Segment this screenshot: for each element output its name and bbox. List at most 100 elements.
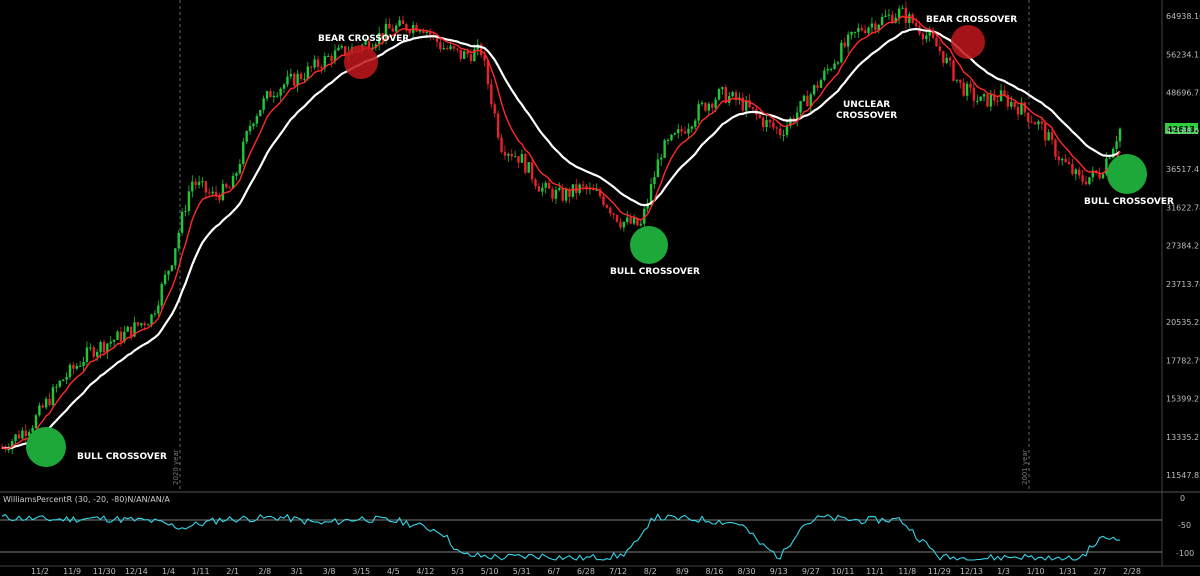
candle-body <box>340 46 344 48</box>
candle-body <box>887 14 891 16</box>
candle-body <box>768 120 772 123</box>
candle-body <box>1071 164 1074 174</box>
candle-body <box>758 114 761 118</box>
candle-body <box>408 30 411 34</box>
candle-body <box>136 322 140 326</box>
candle-body <box>619 221 622 228</box>
candle-body <box>72 364 75 369</box>
candle-body <box>639 223 643 226</box>
x-tick-label: 8/16 <box>705 567 723 576</box>
candle-body <box>962 82 965 96</box>
candle-body <box>1047 132 1050 141</box>
candle-body <box>490 84 493 105</box>
candle-body <box>717 89 721 100</box>
candle-body <box>914 22 918 27</box>
candle-body <box>544 182 547 188</box>
candle-body <box>935 37 938 47</box>
x-tick-label: 11/29 <box>928 567 951 576</box>
candle-body <box>68 364 72 377</box>
candle-body <box>1108 157 1112 159</box>
candle-body <box>812 85 816 95</box>
candle-body <box>857 28 860 32</box>
y-tick-label: 56234.13 <box>1166 50 1200 59</box>
candle-body <box>972 87 976 101</box>
candle-body <box>904 7 908 23</box>
candle-body <box>235 173 238 176</box>
candle-body <box>89 347 92 349</box>
candle-body <box>500 137 503 152</box>
candle-body <box>303 78 306 80</box>
candle-body <box>208 192 211 194</box>
x-tick-label: 1/11 <box>192 567 210 576</box>
candle-body <box>493 104 496 114</box>
candle-body <box>442 48 445 50</box>
candle-body <box>976 100 979 102</box>
y-tick-label: 64938.16 <box>1166 12 1200 21</box>
candle-body <box>840 42 843 63</box>
candle-body <box>541 187 544 192</box>
candle-body <box>191 181 194 192</box>
candle-body <box>558 188 561 190</box>
candle-body <box>24 430 27 437</box>
candle-body <box>581 184 585 186</box>
candle-body <box>44 398 48 408</box>
candle-body <box>415 24 418 32</box>
candle-body <box>952 60 955 81</box>
candle-body <box>874 23 877 31</box>
annotation-bull-crossover-3: BULL CROSSOVER <box>1084 197 1174 207</box>
candle-body <box>459 49 462 59</box>
indicator-label: WilliamsPercentR (30, -20, -80)N/AN/AN/A <box>3 495 170 504</box>
annotation-bear-crossover-1: BEAR CROSSOVER <box>318 34 409 44</box>
candle-body <box>255 116 259 124</box>
x-tick-label: 6/7 <box>547 567 560 576</box>
candle-body <box>41 405 44 408</box>
candle-body <box>398 20 401 26</box>
candle-body <box>289 73 293 77</box>
candle-body <box>942 51 945 63</box>
x-tick-label: 9/13 <box>770 567 788 576</box>
candle-body <box>530 162 534 180</box>
candle-body <box>687 128 690 134</box>
candle-body <box>765 120 768 128</box>
candle-body <box>7 449 10 451</box>
candle-body <box>775 127 778 129</box>
candle-body <box>214 191 218 196</box>
candle-body <box>201 181 204 183</box>
candle-body <box>938 46 942 52</box>
candle-body <box>510 153 513 157</box>
x-axis-ticks: 11/2 11/9 11/30 12/14 1/4 1/11 2/1 2/8 3/1 3/8 3/1… <box>31 567 1141 576</box>
candle-body <box>194 181 197 185</box>
price-chart[interactable]: 2020 year 2001 year BEAR CROSSOVER BEAR … <box>0 0 1200 576</box>
x-tick-label: 2/7 <box>1093 567 1106 576</box>
candle-body <box>170 265 174 271</box>
candle-body <box>265 91 269 99</box>
candle-body <box>221 183 225 201</box>
candle-body <box>989 94 993 107</box>
candle-body <box>554 189 558 199</box>
bull-crossover-marker-3 <box>1107 154 1147 194</box>
x-tick-label: 3/15 <box>352 567 370 576</box>
candle-body <box>187 191 191 211</box>
indicator-tick-minus50: -50 <box>1178 521 1191 530</box>
candle-body <box>153 313 157 315</box>
candle-body <box>143 323 146 326</box>
candle-body <box>503 151 507 156</box>
candle-body <box>306 66 310 79</box>
candle-body <box>1050 132 1054 140</box>
year-label-2020: 2020 year <box>172 449 180 485</box>
candle-body <box>806 95 809 107</box>
candle-body <box>204 181 208 193</box>
x-tick-label: 8/2 <box>644 567 657 576</box>
candle-body <box>721 87 724 90</box>
candle-body <box>34 415 38 428</box>
y-tick-label: 27384.2 <box>1166 242 1199 251</box>
y-tick-label: 11547.82 <box>1166 471 1200 480</box>
candle-body <box>626 217 629 222</box>
candle-body <box>1057 156 1061 161</box>
candle-body <box>704 102 707 111</box>
candle-body <box>928 32 931 36</box>
candle-body <box>897 8 901 18</box>
candle-body <box>880 16 884 25</box>
candle-body <box>78 365 82 367</box>
candle-body <box>1064 158 1067 163</box>
